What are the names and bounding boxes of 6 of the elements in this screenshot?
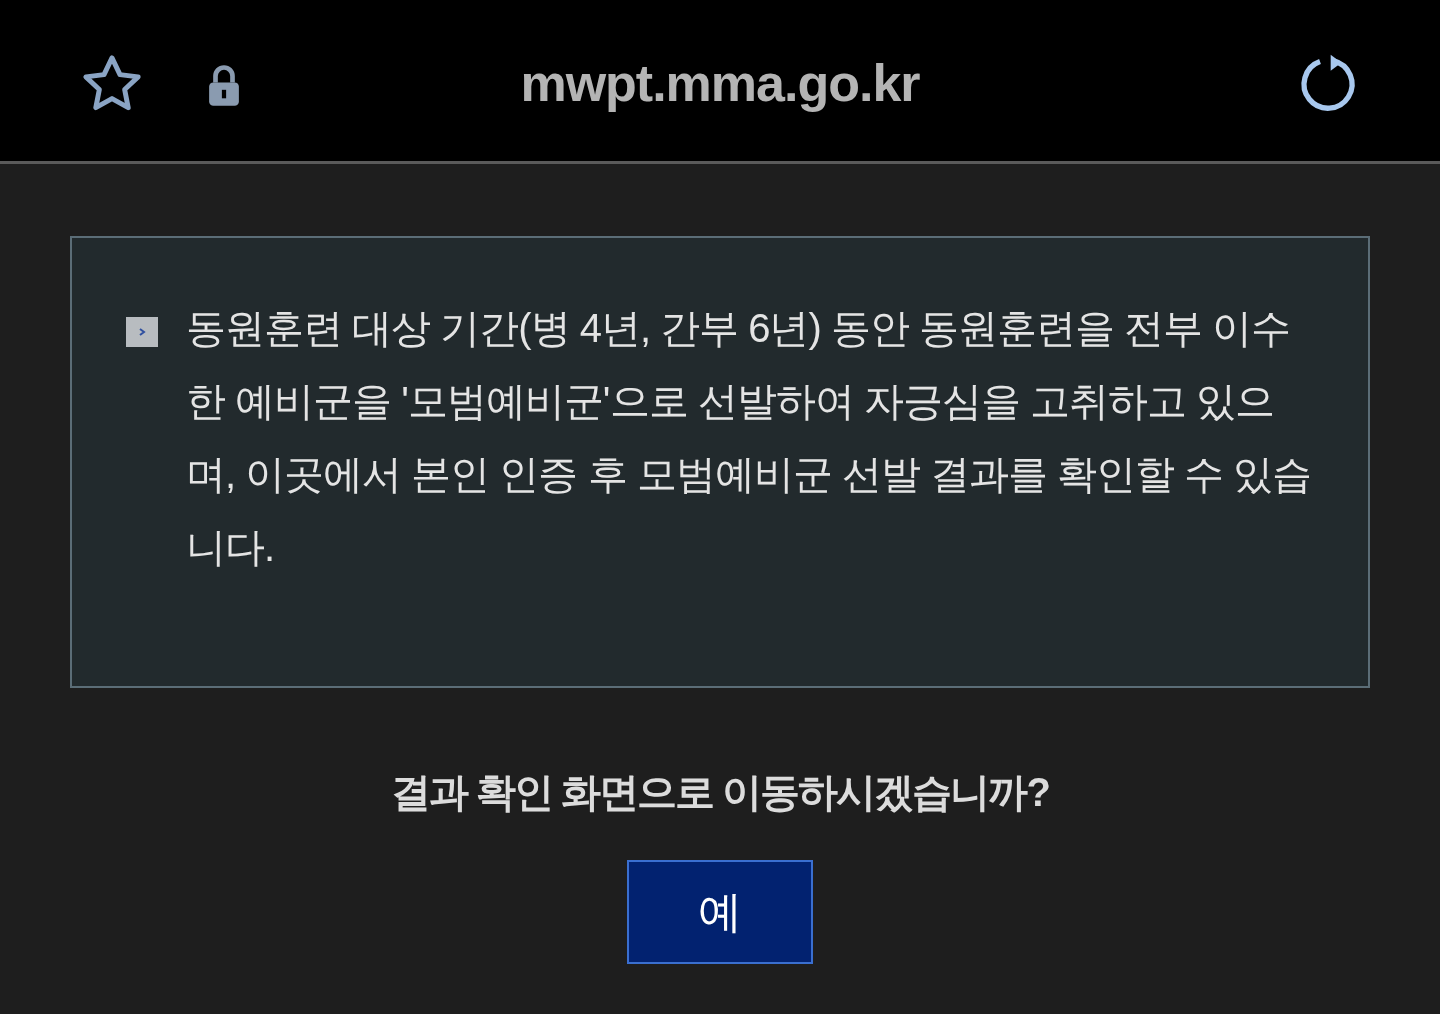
lock-icon (207, 63, 241, 106)
bullet-icon (126, 317, 158, 347)
notice-text: 동원훈련 대상 기간(병 4년, 간부 6년) 동안 동원훈련을 전부 이수한 예비군을 '모범예비군'으로 선발하여 자긍심을 고취하고 있으며, 이곳에서 본인 인증 후 모범예비군 선발 결과를 확인할 수 있습니다. (186, 305, 1313, 571)
question-text: 결과 확인 화면으로 이동하시겠습니까? (390, 769, 1050, 816)
url-text[interactable]: mwpt.mma.go.kr (520, 43, 920, 122)
confirm-button[interactable]: 예 (627, 860, 813, 964)
